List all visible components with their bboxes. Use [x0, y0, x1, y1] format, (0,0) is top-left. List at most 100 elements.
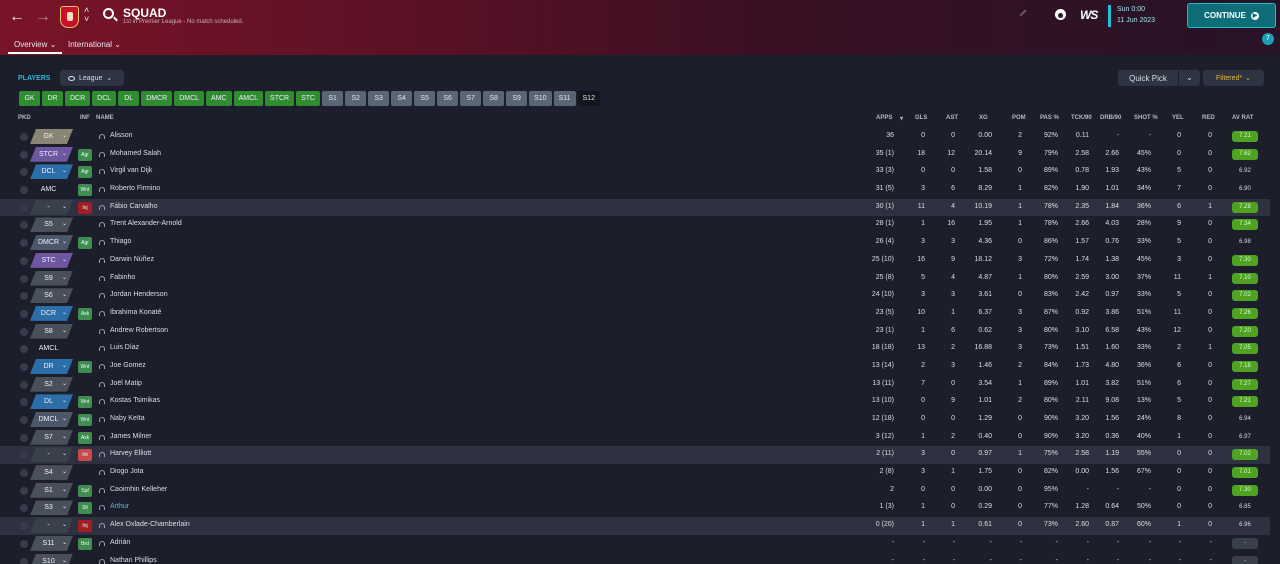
table-row[interactable]: S6 ⌄ Jordan Henderson 24 (10) 3 3 3.61 0 83% 2.42…	[0, 287, 1270, 305]
pick-dot-icon[interactable]	[20, 168, 28, 177]
pick-dot-icon[interactable]	[20, 292, 28, 301]
pick-dot-icon[interactable]	[20, 398, 28, 407]
continue-button[interactable]: CONTINUE ▶	[1187, 3, 1276, 28]
position-selector[interactable]: S8 ⌄	[30, 323, 73, 339]
pick-dot-icon[interactable]	[20, 239, 28, 248]
club-switch-arrows-icon[interactable]: ˄ ˅	[84, 6, 89, 24]
info-badge[interactable]: Wnt	[78, 184, 92, 197]
player-name[interactable]: Alex Oxlade-Chamberlain	[110, 521, 190, 528]
column-header[interactable]: APPS	[876, 115, 892, 121]
pick-dot-icon[interactable]	[20, 380, 28, 389]
player-name[interactable]: Fábio Carvalho	[110, 203, 157, 210]
position-selector[interactable]: AMCL	[30, 341, 73, 356]
player-name[interactable]: Fabinho	[110, 274, 135, 281]
table-row[interactable]: DR ⌄ Wnt Joe Gomez 13 (14) 2 3 1.46 2 84% 1.73 4.80…	[0, 358, 1270, 376]
info-badge[interactable]: Ask	[78, 307, 92, 320]
player-name[interactable]: James Milner	[110, 433, 152, 440]
table-row[interactable]: DMCR ⌄ Agr Thiago 26 (4) 3 3 4.36 0 86% 1.57 0.76 33…	[0, 234, 1270, 252]
table-row[interactable]: AMC Wnt Roberto Firmino 31 (5) 3 6 8.29 1 82% 1.9…	[0, 181, 1270, 199]
position-selector[interactable]: DMCL ⌄	[30, 412, 73, 427]
column-header[interactable]: INF	[80, 115, 90, 121]
column-header[interactable]: XG	[979, 115, 988, 121]
info-badge[interactable]: Wnt	[78, 396, 92, 409]
info-badge[interactable]: Slt	[78, 502, 92, 515]
pick-dot-icon[interactable]	[20, 133, 28, 141]
info-badge[interactable]: Int	[78, 449, 92, 462]
pick-dot-icon[interactable]	[20, 486, 28, 495]
player-name[interactable]: Nathan Phillips	[110, 557, 157, 564]
position-chip[interactable]: DMCR	[141, 91, 173, 106]
info-badge[interactable]: Brd	[78, 537, 92, 550]
position-chip[interactable]: STCR	[265, 91, 295, 106]
position-chip[interactable]: DL	[118, 91, 140, 106]
position-selector[interactable]: - ⌄	[30, 199, 73, 215]
pick-dot-icon[interactable]	[20, 186, 28, 195]
info-badge[interactable]: Agr	[78, 237, 92, 250]
position-selector[interactable]: STCR ⌄	[30, 146, 73, 162]
position-chip[interactable]: DCL	[92, 91, 117, 106]
position-selector[interactable]: S6 ⌄	[30, 288, 73, 304]
position-chip[interactable]: DR	[42, 91, 63, 106]
position-chip[interactable]: S6	[437, 91, 459, 106]
table-row[interactable]: GK ⌄ Alisson 36 0 0 0.00 2 92% 0.11 - - 0 0 7.21	[0, 128, 1270, 146]
position-chip[interactable]: STC	[296, 91, 321, 106]
position-selector[interactable]: DMCR ⌄	[30, 235, 73, 251]
pick-dot-icon[interactable]	[20, 221, 28, 230]
position-chip[interactable]: S2	[345, 91, 367, 106]
player-name[interactable]: Roberto Firmino	[110, 185, 160, 192]
position-chip[interactable]: S4	[391, 91, 413, 106]
position-chip[interactable]: DCR	[65, 91, 91, 106]
table-row[interactable]: S7 ⌄ Ask James Milner 3 (12) 1 2 0.40 0 90% 3.20 0.…	[0, 429, 1270, 447]
player-name[interactable]: Joël Matip	[110, 380, 142, 387]
pick-dot-icon[interactable]	[20, 557, 28, 564]
position-chip[interactable]: S8	[483, 91, 505, 106]
position-selector[interactable]: DL ⌄	[30, 394, 73, 410]
position-selector[interactable]: S4 ⌄	[30, 465, 73, 481]
position-selector[interactable]: - ⌄	[30, 518, 73, 534]
player-name[interactable]: Luis Díaz	[110, 344, 139, 351]
player-name[interactable]: Joe Gomez	[110, 362, 146, 369]
pick-dot-icon[interactable]	[20, 327, 28, 336]
column-header[interactable]: SHOT %	[1134, 115, 1158, 121]
filter-dropdown[interactable]: Filtered* ⌄	[1203, 70, 1264, 86]
chevron-down-icon[interactable]: ⌄	[1178, 70, 1200, 86]
pick-dot-icon[interactable]	[20, 416, 28, 424]
player-name[interactable]: Arthur	[110, 503, 129, 510]
position-selector[interactable]: S2 ⌄	[30, 376, 73, 392]
player-name[interactable]: Jordan Henderson	[110, 291, 168, 298]
column-header[interactable]: POM	[1012, 115, 1026, 121]
info-badge[interactable]: Wnt	[78, 414, 92, 426]
position-selector[interactable]: DR ⌄	[30, 358, 73, 374]
column-header[interactable]: PKD	[18, 115, 31, 121]
search-icon[interactable]	[103, 8, 114, 19]
pick-dot-icon[interactable]	[20, 433, 28, 442]
column-header[interactable]: RED	[1202, 115, 1215, 121]
player-name[interactable]: Harvey Elliott	[110, 450, 151, 457]
table-row[interactable]: STCR ⌄ Agr Mohamed Salah 35 (1) 18 12 20.14 9 79%…	[0, 146, 1270, 164]
position-selector[interactable]: DCR ⌄	[30, 305, 73, 321]
position-chip[interactable]: S12	[577, 91, 600, 106]
table-row[interactable]: - ⌄ Int Harvey Elliott 2 (11) 3 0 0.97 1 75% 2.58 1…	[0, 446, 1270, 465]
pick-dot-icon[interactable]	[20, 451, 28, 460]
column-header[interactable]: PAS %	[1040, 115, 1059, 121]
table-row[interactable]: - ⌄ Inj Alex Oxlade-Chamberlain 0 (20) 1 1 0.61…	[0, 517, 1270, 535]
info-badge[interactable]: Agr	[78, 166, 92, 179]
info-badge[interactable]: Agr	[78, 148, 92, 161]
player-name[interactable]: Naby Keïta	[110, 415, 145, 422]
back-arrow-icon[interactable]: ←	[9, 8, 25, 26]
pick-dot-icon[interactable]	[20, 345, 28, 354]
table-row[interactable]: STC ⌄ Darwin Núñez 25 (10) 16 9 18.12 3 72% 1.74 1…	[0, 252, 1270, 270]
table-row[interactable]: - ⌄ Inj Fábio Carvalho 30 (1) 11 4 10.19 1 78% 2.3…	[0, 198, 1270, 217]
pick-dot-icon[interactable]	[20, 150, 28, 159]
position-selector[interactable]: DCL ⌄	[30, 164, 73, 180]
table-row[interactable]: DCR ⌄ Ask Ibrahima Konaté 23 (5) 10 1 6.37 3 87% 0…	[0, 305, 1270, 323]
player-name[interactable]: Ibrahima Konaté	[110, 309, 161, 316]
tab-overview[interactable]: Overview ⌄	[7, 40, 63, 54]
position-chip[interactable]: S1	[322, 91, 344, 106]
player-name[interactable]: Darwin Núñez	[110, 256, 154, 263]
player-name[interactable]: Caoimhin Kelleher	[110, 486, 167, 493]
position-chip[interactable]: S7	[460, 91, 482, 106]
info-badge[interactable]: Wnt	[78, 360, 92, 373]
table-row[interactable]: S9 ⌄ Fabinho 25 (8) 5 4 4.87 1 80% 2.59 3.00 37% 11 1…	[0, 270, 1270, 288]
view-dropdown[interactable]: League ⌄	[60, 70, 124, 86]
